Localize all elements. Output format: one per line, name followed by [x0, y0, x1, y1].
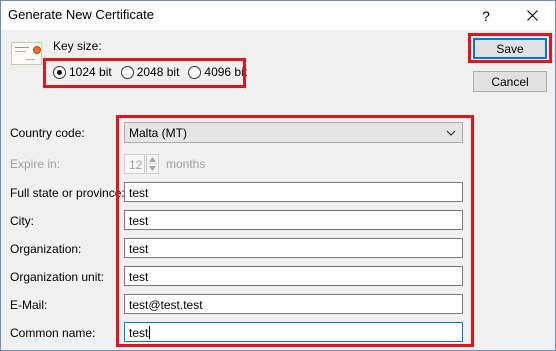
- org-unit-label: Organization unit:: [10, 270, 105, 284]
- common-name-label: Common name:: [10, 326, 96, 340]
- email-label: E-Mail:: [10, 298, 48, 312]
- organization-label: Organization:: [10, 242, 82, 256]
- dialog-window: Generate New Certificate ? Key size: 102…: [0, 0, 556, 351]
- close-button[interactable]: [509, 1, 555, 30]
- state-label: Full state or province:: [10, 186, 125, 200]
- certificate-icon: [11, 42, 42, 65]
- close-icon: [526, 10, 538, 21]
- expire-in-label: Expire in:: [10, 157, 61, 171]
- cancel-button[interactable]: Cancel: [473, 71, 547, 92]
- key-size-label: Key size:: [53, 39, 102, 53]
- help-icon: ?: [482, 7, 490, 24]
- title-bar: Generate New Certificate ?: [1, 1, 555, 30]
- highlight-box-key-size: [43, 58, 246, 88]
- highlight-box-form: [116, 115, 474, 347]
- city-label: City:: [10, 214, 34, 228]
- country-code-label: Country code:: [10, 126, 85, 140]
- help-button[interactable]: ?: [463, 1, 509, 30]
- highlight-box-save: [468, 33, 552, 63]
- window-title: Generate New Certificate: [8, 7, 154, 22]
